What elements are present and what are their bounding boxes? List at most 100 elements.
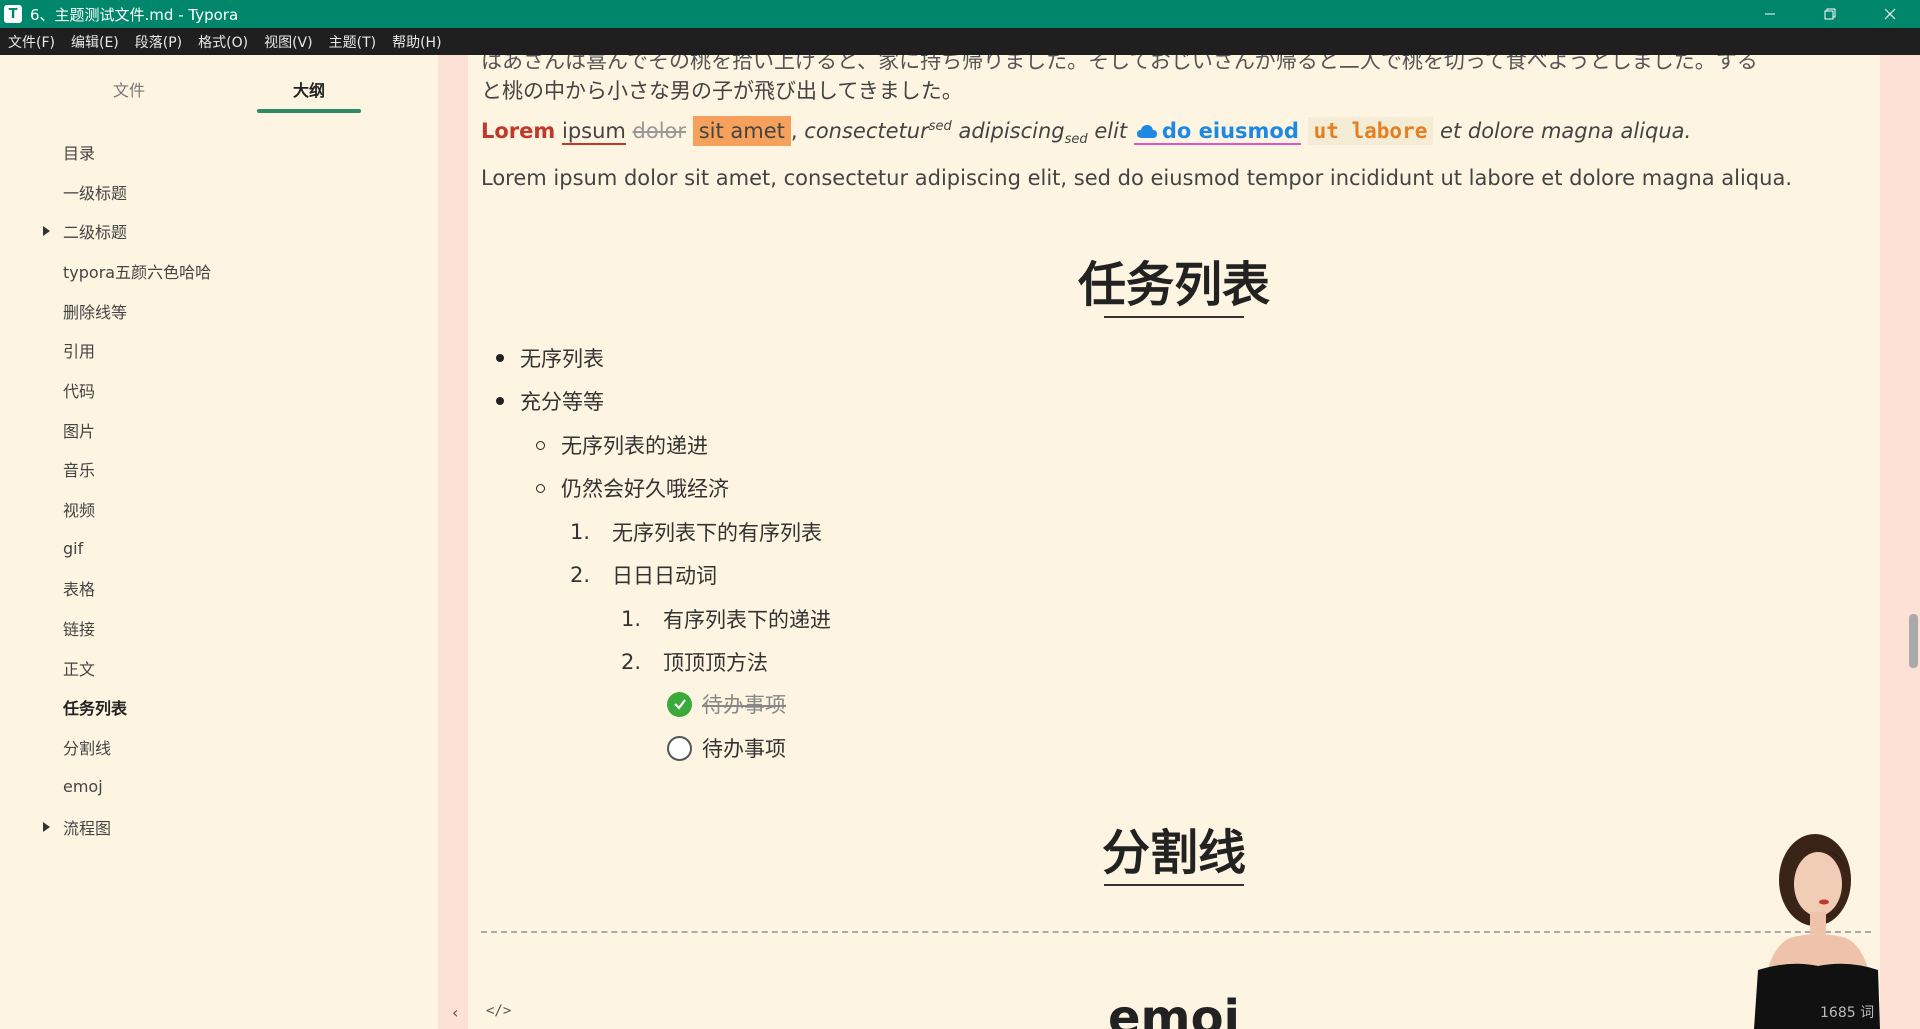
list-item-text: 无序列表下的有序列表 [612, 521, 822, 545]
sidebar-tabs: 文件 大纲 [0, 55, 438, 115]
outline-item[interactable]: 引用 [0, 330, 438, 370]
superscript-text: sed [928, 119, 952, 134]
list-number: 1. [570, 520, 591, 544]
restore-button[interactable] [1800, 0, 1860, 28]
bold-red-text: Lorem [481, 119, 556, 143]
highlighted-text: sit amet [692, 116, 791, 146]
outline-item-label: 代码 [63, 381, 96, 401]
adipiscing-text: adipiscingsed [958, 119, 1087, 147]
menu-format[interactable]: 格式(O) [190, 28, 256, 55]
outline-item[interactable]: 视频 [0, 489, 438, 529]
outline-item[interactable]: 链接 [0, 608, 438, 648]
scrollbar-thumb[interactable] [1909, 614, 1918, 668]
outline-item-label: 正文 [63, 659, 96, 679]
sidebar: 文件 大纲 目录 一级标题二级标题 typora五颜六色哈哈 删除线等引用代码图片音乐… [0, 55, 438, 1029]
checkmark-icon [673, 699, 686, 710]
list-item-text: 充分等等 [520, 390, 604, 414]
bullet-icon [496, 354, 504, 362]
menu-help[interactable]: 帮助(H) [384, 28, 449, 55]
word-count: 1685 词 [1820, 1005, 1875, 1021]
close-button[interactable] [1860, 0, 1920, 28]
outline-list: 目录 一级标题二级标题 typora五颜六色哈哈 删除线等引用代码图片音乐视频 gif 表… [0, 132, 438, 846]
menu-theme[interactable]: 主题(T) [321, 28, 384, 55]
outline-item[interactable]: 二级标题 [0, 211, 438, 251]
outline-item[interactable]: 分割线 [0, 727, 438, 767]
outline-item-label: 视频 [63, 501, 96, 521]
outline-item-label: emoj [63, 777, 103, 797]
task-text: 待办事项 [702, 737, 786, 761]
menu-paragraph[interactable]: 段落(P) [127, 28, 190, 55]
paragraph-japanese-line1: はあさんは喜んでその桃を拾い上げると、家に持ち帰りました。そしておじいさんが帰る… [481, 55, 1758, 73]
outline-item-label: gif [63, 539, 84, 559]
heading-underline [1104, 316, 1244, 318]
outline-item[interactable]: 一级标题 [0, 172, 438, 212]
list-item: 无序列表 [496, 343, 604, 373]
paragraph-lorem: Lorem ipsum dolor sit amet, consectetur … [481, 166, 1792, 190]
outline-item[interactable]: 正文 [0, 648, 438, 688]
task-text: 待办事项 [702, 693, 786, 717]
outline-item-label: 删除线等 [63, 302, 128, 322]
underlined-text: ipsum [561, 119, 626, 145]
outline-item[interactable]: gif [0, 529, 438, 569]
list-number: 2. [621, 650, 642, 674]
outline-item[interactable]: 目录 [0, 132, 438, 172]
outline-item-label: 图片 [63, 421, 96, 441]
outline-item[interactable]: emoj [0, 767, 438, 807]
list-item: 1. 无序列表下的有序列表 [570, 517, 822, 547]
heading-emoji: emoj [1108, 990, 1240, 1029]
outline-item-label: typora五颜六色哈哈 [63, 262, 212, 282]
expand-caret-icon[interactable] [43, 821, 50, 832]
editor-content[interactable]: はあさんは喜んでその桃を拾い上げると、家に持ち帰りました。そしておじいさんが帰る… [468, 55, 1880, 1029]
outline-item-label: 流程图 [63, 818, 112, 838]
menu-edit[interactable]: 编辑(E) [63, 28, 127, 55]
outline-item[interactable]: 任务列表 [0, 688, 438, 728]
list-item: 充分等等 [496, 386, 604, 416]
outline-item[interactable]: 音乐 [0, 450, 438, 490]
task-checkbox-unchecked[interactable] [667, 735, 692, 761]
outline-item[interactable]: 代码 [0, 370, 438, 410]
hollow-bullet-icon [536, 440, 545, 450]
task-item-todo: 待办事项 [667, 733, 786, 763]
outline-item-label: 音乐 [63, 461, 96, 481]
task-checkbox-checked[interactable] [667, 691, 692, 717]
paragraph-japanese-line2: と桃の中から小さな男の子が飛び出してきました。 [481, 79, 963, 103]
consectetur-text: consectetur [804, 119, 929, 143]
close-icon [1884, 8, 1896, 20]
window-title: 6、主题测试文件.md - Typora [30, 5, 239, 24]
heading-divider: 分割线 [1101, 825, 1246, 881]
portrait-decoration [1754, 834, 1880, 1029]
minimize-button[interactable] [1740, 0, 1800, 28]
subscript-text: sed [1064, 132, 1088, 148]
menu-file[interactable]: 文件(F) [0, 28, 63, 55]
outline-item[interactable]: typora五颜六色哈哈 [0, 251, 438, 291]
outline-item[interactable]: 流程图 [0, 807, 438, 847]
paragraph-styled-text: Lorem ipsum dolor sit amet, consecteturs… [481, 116, 1692, 147]
bullet-icon [496, 397, 504, 405]
expand-caret-icon[interactable] [43, 226, 50, 237]
tab-outline[interactable]: 大纲 [257, 77, 361, 101]
list-item: 无序列表的递进 [536, 430, 708, 460]
title-bar: T 6、主题测试文件.md - Typora [0, 0, 1920, 28]
editor-right-gutter [1880, 55, 1920, 1029]
outline-item[interactable]: 表格 [0, 569, 438, 609]
tab-files[interactable]: 文件 [77, 77, 181, 101]
outline-item-label: 链接 [63, 620, 96, 640]
outline-item-label: 二级标题 [63, 223, 128, 243]
tail-text: et dolore magna aliqua. [1440, 119, 1692, 143]
editor-left-gutter [438, 55, 468, 1029]
restore-icon [1824, 8, 1836, 20]
list-item-text: 仍然会好久哦经济 [561, 477, 729, 501]
outline-item[interactable]: 图片 [0, 410, 438, 450]
horizontal-rule [481, 931, 1871, 933]
outline-item-label: 表格 [63, 580, 96, 600]
menu-view[interactable]: 视图(V) [256, 28, 321, 55]
collapse-sidebar-button[interactable]: ‹ [452, 1003, 458, 1022]
minimize-icon [1765, 13, 1775, 15]
inline-code: ut labore [1307, 117, 1434, 145]
styled-link[interactable]: do eiusmod [1133, 119, 1301, 145]
outline-item[interactable]: 删除线等 [0, 291, 438, 331]
active-tab-indicator [257, 109, 361, 113]
list-item: 1. 有序列表下的递进 [621, 604, 831, 634]
menu-bar: 文件(F) 编辑(E) 段落(P) 格式(O) 视图(V) 主题(T) 帮助(H… [0, 28, 1920, 55]
source-mode-button[interactable]: </> [486, 1003, 511, 1019]
